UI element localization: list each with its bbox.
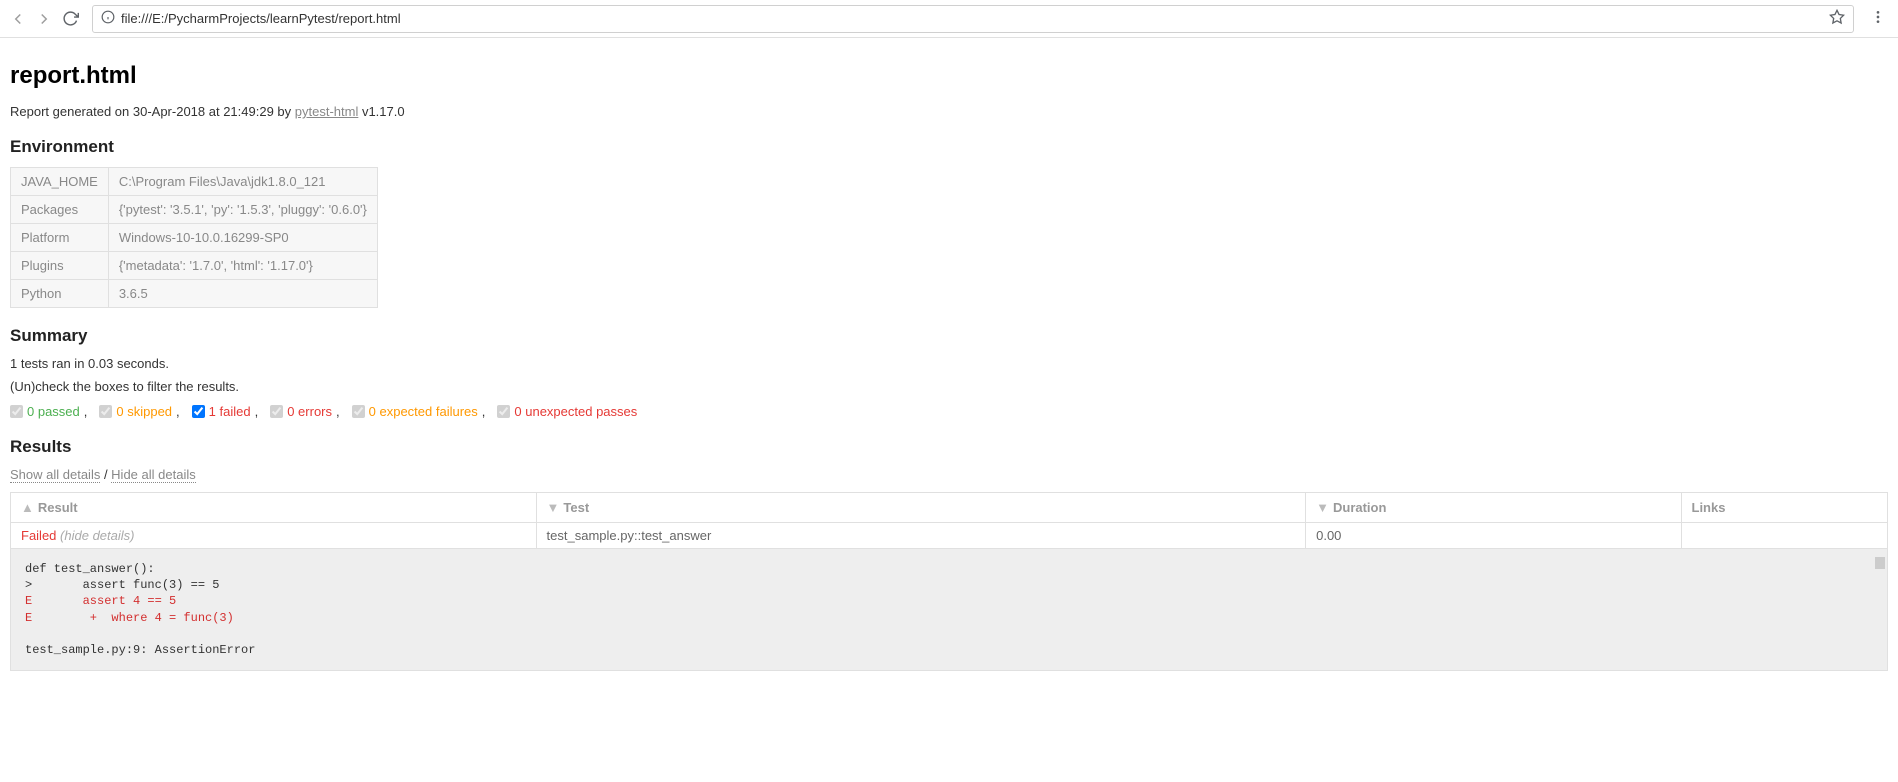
hide-all-details-link[interactable]: Hide all details: [111, 467, 196, 483]
column-header-links[interactable]: Links: [1681, 493, 1888, 523]
results-table: ▲Result ▼Test ▼Duration Links Failed (hi…: [10, 492, 1888, 671]
filter-xfailed-label: 0 expected failures: [369, 404, 478, 419]
show-all-details-link[interactable]: Show all details: [10, 467, 100, 483]
env-key: Plugins: [11, 252, 109, 280]
table-row: Failed (hide details) test_sample.py::te…: [11, 523, 1888, 549]
column-header-test[interactable]: ▼Test: [536, 493, 1306, 523]
table-row: Plugins{'metadata': '1.7.0', 'html': '1.…: [11, 252, 378, 280]
address-bar[interactable]: [92, 5, 1854, 33]
links-cell: [1681, 523, 1888, 549]
generated-info: Report generated on 30-Apr-2018 at 21:49…: [10, 104, 1888, 119]
traceback-content: def test_answer(): > assert func(3) == 5…: [25, 561, 1873, 658]
column-header-duration[interactable]: ▼Duration: [1306, 493, 1681, 523]
scrollbar-icon[interactable]: [1875, 557, 1885, 569]
report-body: report.html Report generated on 30-Apr-2…: [0, 38, 1898, 691]
hide-details-link[interactable]: (hide details): [60, 528, 134, 543]
env-key: Python: [11, 280, 109, 308]
table-row: Python3.6.5: [11, 280, 378, 308]
environment-table: JAVA_HOMEC:\Program Files\Java\jdk1.8.0_…: [10, 167, 378, 308]
env-key: Packages: [11, 196, 109, 224]
pytest-html-link[interactable]: pytest-html: [295, 104, 359, 119]
page-title: report.html: [10, 62, 1888, 90]
results-heading: Results: [10, 437, 1888, 457]
sort-desc-icon: ▼: [1316, 500, 1329, 515]
table-row: Packages{'pytest': '3.5.1', 'py': '1.5.3…: [11, 196, 378, 224]
browser-menu-button[interactable]: [1866, 5, 1890, 32]
tests-ran-text: 1 tests ran in 0.03 seconds.: [10, 356, 1888, 371]
filter-failed-label: 1 failed: [209, 404, 251, 419]
filter-passed-checkbox[interactable]: [10, 405, 23, 418]
env-value: 3.6.5: [108, 280, 377, 308]
log-cell: def test_answer(): > assert func(3) == 5…: [11, 549, 1888, 671]
url-input[interactable]: [121, 11, 1823, 26]
table-row: PlatformWindows-10-10.0.16299-SP0: [11, 224, 378, 252]
env-value: {'metadata': '1.7.0', 'html': '1.17.0'}: [108, 252, 377, 280]
environment-heading: Environment: [10, 137, 1888, 157]
filter-xfailed-checkbox[interactable]: [352, 405, 365, 418]
bookmark-icon[interactable]: [1829, 9, 1845, 28]
env-key: Platform: [11, 224, 109, 252]
filter-failed-checkbox[interactable]: [192, 405, 205, 418]
env-value: C:\Program Files\Java\jdk1.8.0_121: [108, 168, 377, 196]
browser-toolbar: [0, 0, 1898, 38]
column-header-result[interactable]: ▲Result: [11, 493, 537, 523]
test-cell: test_sample.py::test_answer: [536, 523, 1306, 549]
filter-xpassed-label: 0 unexpected passes: [514, 404, 637, 419]
summary-heading: Summary: [10, 326, 1888, 346]
log-row: def test_answer(): > assert func(3) == 5…: [11, 549, 1888, 671]
filter-errors-checkbox[interactable]: [270, 405, 283, 418]
sort-desc-icon: ▼: [547, 500, 560, 515]
filter-checkboxes: 0 passed, 0 skipped, 1 failed, 0 errors,…: [10, 404, 1888, 419]
filter-xpassed-checkbox[interactable]: [497, 405, 510, 418]
info-icon[interactable]: [101, 10, 115, 27]
filter-hint-text: (Un)check the boxes to filter the result…: [10, 379, 1888, 394]
result-cell[interactable]: Failed (hide details): [11, 523, 537, 549]
filter-passed-label: 0 passed: [27, 404, 80, 419]
duration-cell: 0.00: [1306, 523, 1681, 549]
filter-errors-label: 0 errors: [287, 404, 332, 419]
filter-skipped-label: 0 skipped: [116, 404, 172, 419]
env-key: JAVA_HOME: [11, 168, 109, 196]
details-links: Show all details / Hide all details: [10, 467, 1888, 482]
table-row: JAVA_HOMEC:\Program Files\Java\jdk1.8.0_…: [11, 168, 378, 196]
env-value: {'pytest': '3.5.1', 'py': '1.5.3', 'plug…: [108, 196, 377, 224]
back-button[interactable]: [8, 9, 28, 29]
sort-asc-icon: ▲: [21, 500, 34, 515]
forward-button[interactable]: [34, 9, 54, 29]
filter-skipped-checkbox[interactable]: [99, 405, 112, 418]
reload-button[interactable]: [60, 9, 80, 29]
env-value: Windows-10-10.0.16299-SP0: [108, 224, 377, 252]
